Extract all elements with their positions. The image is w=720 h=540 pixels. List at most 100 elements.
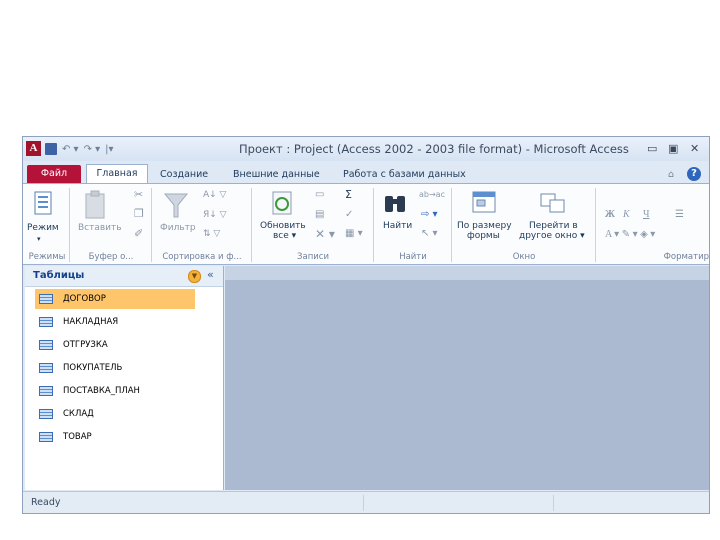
- paste-button[interactable]: Вставить: [78, 223, 122, 233]
- table-item-label: ПОСТАВКА_ПЛАН: [63, 386, 140, 396]
- group-separator: [151, 188, 152, 262]
- group-separator: [251, 188, 252, 262]
- bold-button[interactable]: Ж: [605, 210, 615, 220]
- window-title: Проект : Project (Access 2002 - 2003 fil…: [239, 142, 629, 156]
- table-icon: [39, 340, 53, 350]
- title-bar: A s ↶ ▾ ↷ ▾ |▾ Проект : Project (Access …: [23, 137, 709, 161]
- delete-record-icon[interactable]: ✕ ▾: [315, 228, 335, 240]
- filter-button[interactable]: Фильтр: [160, 223, 196, 233]
- paste-icon: [85, 190, 105, 219]
- font-color-icon[interactable]: A ▾ ✎ ▾ ◈ ▾: [605, 230, 655, 240]
- group-separator: [595, 188, 596, 262]
- status-text: Ready: [31, 497, 61, 508]
- table-item-label: НАКЛАДНАЯ: [63, 317, 119, 327]
- redo-button[interactable]: ↷ ▾: [84, 144, 101, 155]
- navigation-pane-title: Таблицы: [33, 270, 85, 281]
- access-window: A s ↶ ▾ ↷ ▾ |▾ Проект : Project (Access …: [22, 136, 710, 514]
- table-item-otgruzka[interactable]: ОТГРУЗКА: [35, 335, 195, 355]
- replace-icon[interactable]: ab→ac: [419, 190, 445, 200]
- table-item-label: СКЛАД: [63, 409, 94, 419]
- fit-to-form-label-2: формы: [467, 231, 500, 241]
- table-item-postavka-plan[interactable]: ПОСТАВКА_ПЛАН: [35, 381, 195, 401]
- collapse-pane-icon[interactable]: «: [207, 268, 214, 281]
- table-item-pokupatel[interactable]: ПОКУПАТЕЛЬ: [35, 358, 195, 378]
- table-icon: [39, 294, 53, 304]
- group-label-window: Окно: [512, 252, 536, 262]
- tab-home[interactable]: Главная: [86, 164, 148, 184]
- switch-windows-icon: [540, 193, 565, 213]
- group-separator: [69, 188, 70, 262]
- undo-button[interactable]: ↶ ▾: [62, 144, 79, 155]
- table-item-label: ПОКУПАТЕЛЬ: [63, 363, 123, 373]
- tab-create[interactable]: Создание: [160, 166, 208, 183]
- access-app-icon[interactable]: A: [26, 141, 41, 156]
- table-item-nakladnaya[interactable]: НАКЛАДНАЯ: [35, 312, 195, 332]
- status-divider: [363, 495, 364, 511]
- underline-button[interactable]: Ч: [643, 210, 650, 220]
- sort-ascending-icon[interactable]: A↓ ▽: [203, 190, 226, 200]
- table-icon: [39, 386, 53, 396]
- cut-icon[interactable]: ✂: [134, 189, 143, 200]
- help-icon[interactable]: ?: [687, 167, 701, 181]
- new-record-icon[interactable]: ▭: [315, 190, 324, 200]
- select-icon[interactable]: ↖ ▾: [421, 229, 438, 239]
- save-icon[interactable]: s: [45, 143, 57, 155]
- view-dropdown-icon[interactable]: ▾: [37, 234, 41, 244]
- customize-qat-button[interactable]: |▾: [105, 144, 113, 155]
- navigation-pane-header[interactable]: Таблицы ▼ «: [25, 266, 223, 287]
- group-label-find: Найти: [399, 252, 427, 262]
- more-records-icon[interactable]: ▦ ▾: [345, 229, 363, 239]
- refresh-all-label-1[interactable]: Обновить: [260, 221, 306, 231]
- clear-sort-icon[interactable]: ⇅ ▽: [203, 229, 220, 239]
- quick-access-toolbar: s ↶ ▾ ↷ ▾ |▾: [45, 141, 114, 157]
- refresh-all-label-2: все: [273, 231, 289, 241]
- group-label-formatting: Форматир: [663, 252, 709, 262]
- spelling-icon[interactable]: ✓: [345, 210, 353, 220]
- status-bar: Ready: [23, 491, 709, 513]
- view-icon: [34, 191, 52, 215]
- binoculars-icon: [385, 196, 405, 212]
- table-item-dogovor[interactable]: ДОГОВОР: [35, 289, 195, 309]
- table-icon: [39, 432, 53, 442]
- find-button[interactable]: Найти: [383, 221, 412, 231]
- switch-windows-dropdown[interactable]: другое окно ▾: [519, 231, 585, 241]
- refresh-icon: [272, 191, 292, 215]
- tab-database-tools[interactable]: Работа с базами данных: [343, 166, 466, 183]
- document-workspace: [225, 266, 709, 490]
- ribbon-home: Режим ▾ Режимы Вставить ✂ ❐ ✐ Буфер о...…: [23, 183, 709, 265]
- align-icon[interactable]: ☰: [675, 210, 684, 220]
- refresh-all-button[interactable]: все ▾: [273, 231, 296, 241]
- status-divider: [553, 495, 554, 511]
- group-label-records: Записи: [297, 252, 329, 262]
- tab-file[interactable]: Файл: [27, 165, 81, 183]
- italic-button[interactable]: К: [623, 210, 630, 220]
- group-separator: [373, 188, 374, 262]
- filter-icon: [163, 193, 189, 218]
- table-icon: [39, 409, 53, 419]
- sort-descending-icon[interactable]: Я↓ ▽: [203, 210, 227, 220]
- table-icon: [39, 363, 53, 373]
- maximize-button[interactable]: ▣: [668, 142, 678, 155]
- chevron-down-icon[interactable]: ▼: [188, 270, 201, 283]
- fit-to-form-button[interactable]: По размеру: [457, 221, 512, 231]
- close-button[interactable]: ✕: [690, 142, 699, 155]
- table-item-label: ОТГРУЗКА: [63, 340, 108, 350]
- table-item-label: ТОВАР: [63, 432, 92, 442]
- view-button[interactable]: Режим: [27, 223, 59, 233]
- go-to-icon[interactable]: ⇨ ▾: [421, 210, 438, 220]
- table-item-label: ДОГОВОР: [63, 294, 106, 304]
- minimize-ribbon-icon[interactable]: ⌂: [668, 166, 674, 183]
- copy-icon[interactable]: ❐: [134, 208, 144, 219]
- ribbon-tabs: Файл Главная Создание Внешние данные Раб…: [23, 163, 709, 184]
- table-item-sklad[interactable]: СКЛАД: [35, 404, 195, 424]
- table-icon: [39, 317, 53, 327]
- table-item-tovar[interactable]: ТОВАР: [35, 427, 195, 447]
- format-painter-icon[interactable]: ✐: [134, 228, 143, 239]
- switch-windows-button[interactable]: Перейти в: [529, 221, 578, 231]
- minimize-button[interactable]: ▭: [647, 142, 657, 155]
- totals-button[interactable]: Σ: [345, 189, 352, 200]
- tab-external-data[interactable]: Внешние данные: [233, 166, 320, 183]
- fit-to-form-icon: [472, 191, 496, 213]
- group-label-clipboard: Буфер о...: [88, 252, 134, 262]
- save-record-icon[interactable]: ▤: [315, 210, 324, 220]
